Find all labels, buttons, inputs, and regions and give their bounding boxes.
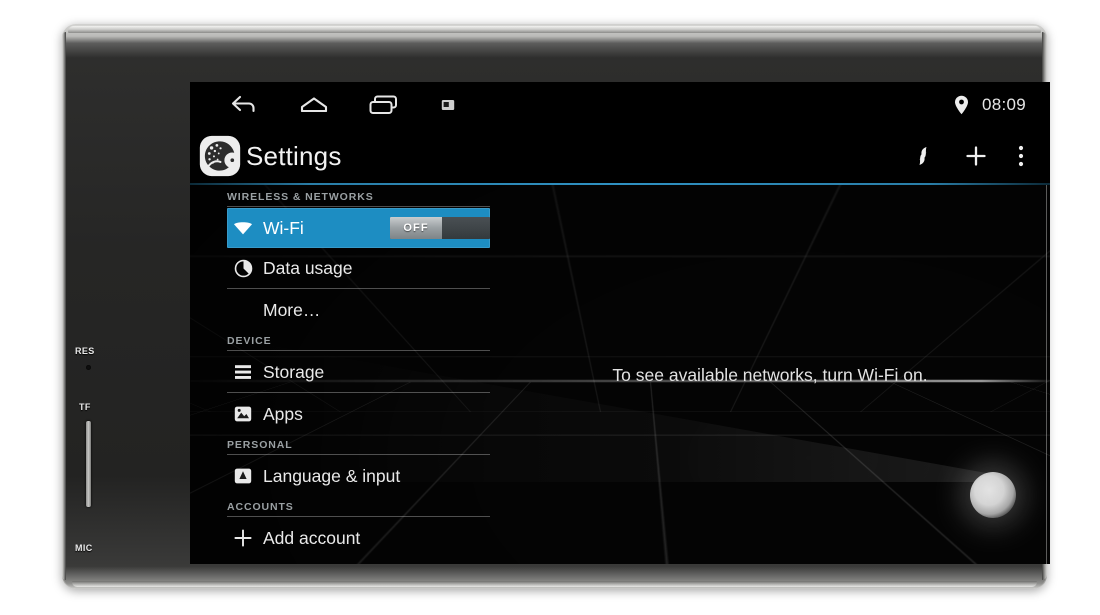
- settings-row-wifi[interactable]: Wi-Fi OFF: [227, 208, 490, 248]
- location-pin-icon: [954, 95, 968, 115]
- section-header-device: DEVICE: [227, 335, 272, 347]
- device-top-chrome-trim: [68, 26, 1041, 33]
- section-header-accounts: ACCOUNTS: [227, 501, 294, 513]
- wifi-toggle-switch[interactable]: OFF: [390, 217, 490, 239]
- touchscreen-display[interactable]: 08:09 Settings WIRELESS & NETWORKS Wi-Fi…: [190, 82, 1050, 564]
- status-bar-right-cluster: 08:09: [954, 95, 1050, 115]
- action-bar-buttons: [912, 144, 1050, 168]
- android-status-bar: 08:09: [190, 82, 1050, 128]
- section-header-wireless: WIRELESS & NETWORKS: [227, 191, 374, 203]
- recent-apps-button[interactable]: [356, 82, 412, 128]
- settings-row-label: Apps: [263, 403, 303, 424]
- wifi-toggle-state-label: OFF: [390, 217, 442, 239]
- settings-row-language-input[interactable]: Language & input: [227, 456, 527, 496]
- tf-card-slot[interactable]: [86, 421, 91, 507]
- settings-row-label: Storage: [263, 361, 325, 382]
- device-left-edge-trim: [62, 32, 66, 580]
- settings-row-storage[interactable]: Storage: [227, 352, 527, 392]
- apps-icon: [232, 403, 254, 425]
- row-divider: [227, 392, 490, 393]
- storage-icon: [232, 361, 254, 383]
- microphone-label: MIC: [75, 543, 93, 553]
- sync-icon[interactable]: [912, 145, 934, 167]
- plus-icon[interactable]: [964, 144, 988, 168]
- settings-row-label: More…: [263, 299, 321, 320]
- settings-row-label: Language & input: [263, 465, 401, 486]
- reset-label: RES: [75, 346, 95, 356]
- language-input-icon: [232, 465, 254, 487]
- wifi-icon: [232, 217, 254, 239]
- settings-list: WIRELESS & NETWORKS Wi-Fi OFF Data usage…: [190, 186, 527, 558]
- overflow-menu-icon[interactable]: [1018, 144, 1024, 168]
- tf-card-label: TF: [79, 402, 91, 412]
- section-divider: [227, 516, 490, 517]
- row-divider: [227, 288, 490, 289]
- screenshot-button[interactable]: [430, 82, 466, 128]
- section-header-personal: PERSONAL: [227, 439, 293, 451]
- section-divider: [227, 206, 490, 207]
- wifi-detail-pane: To see available networks, turn Wi-Fi on…: [490, 186, 1050, 564]
- settings-row-more[interactable]: More…: [227, 290, 527, 330]
- home-icon: [300, 97, 328, 113]
- page-title: Settings: [246, 140, 342, 171]
- back-arrow-icon: [231, 95, 255, 113]
- settings-row-apps[interactable]: Apps: [227, 394, 527, 434]
- settings-action-bar: Settings: [190, 128, 1050, 184]
- settings-row-label: Data usage: [263, 257, 353, 278]
- data-usage-pie-icon: [232, 257, 254, 279]
- plus-icon: [232, 527, 254, 549]
- back-button[interactable]: [216, 82, 272, 128]
- home-button[interactable]: [286, 82, 342, 128]
- section-divider: [227, 454, 490, 455]
- car-head-unit-device: RES TF MIC 08:09 Settings WIRELESS & NET…: [62, 24, 1050, 589]
- settings-row-data-usage[interactable]: Data usage: [227, 248, 527, 288]
- action-bar-divider: [190, 183, 1050, 185]
- device-bottom-chrome-trim: [72, 581, 1037, 587]
- settings-row-add-account[interactable]: Add account: [227, 518, 527, 558]
- settings-row-label: Add account: [263, 527, 361, 548]
- reset-pinhole-button[interactable]: [86, 365, 91, 370]
- settings-gear-icon[interactable]: [198, 134, 242, 178]
- settings-row-label: Wi-Fi: [263, 217, 304, 238]
- wifi-toggle-track: [442, 217, 490, 239]
- status-bar-clock: 08:09: [981, 95, 1026, 114]
- wifi-empty-state-message: To see available networks, turn Wi-Fi on…: [612, 365, 928, 385]
- section-divider: [227, 350, 490, 351]
- screenshot-icon: [441, 100, 455, 110]
- recents-icon: [369, 95, 397, 114]
